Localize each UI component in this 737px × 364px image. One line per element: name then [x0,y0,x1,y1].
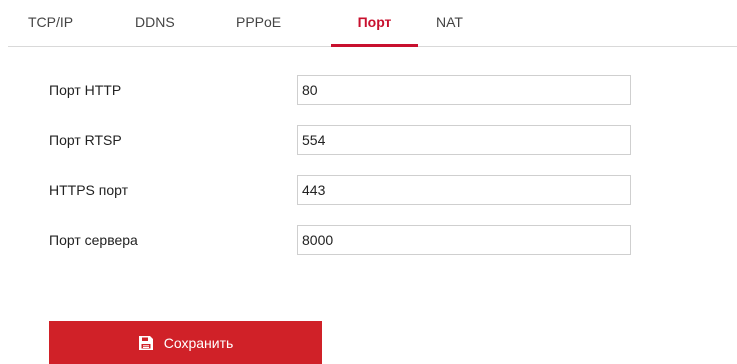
tab-port[interactable]: Порт [331,14,418,47]
tab-tcpip[interactable]: TCP/IP [28,14,73,46]
save-button[interactable]: Сохранить [49,321,322,364]
save-button-label: Сохранить [163,334,234,351]
https-port-input[interactable] [297,175,631,205]
tab-nat[interactable]: NAT [436,14,463,46]
http-port-input[interactable] [297,75,631,105]
tab-bar: TCP/IP DDNS PPPoE Порт NAT [8,0,737,47]
tab-ddns[interactable]: DDNS [135,14,175,46]
https-port-label: HTTPS порт [49,182,129,198]
server-port-input[interactable] [297,225,631,255]
rtsp-port-input[interactable] [297,125,631,155]
http-port-label: Порт HTTP [49,82,122,98]
rtsp-port-label: Порт RTSP [49,132,122,148]
floppy-disk-icon [138,335,154,351]
tab-pppoe[interactable]: PPPoE [236,14,281,46]
server-port-label: Порт сервера [49,232,138,248]
